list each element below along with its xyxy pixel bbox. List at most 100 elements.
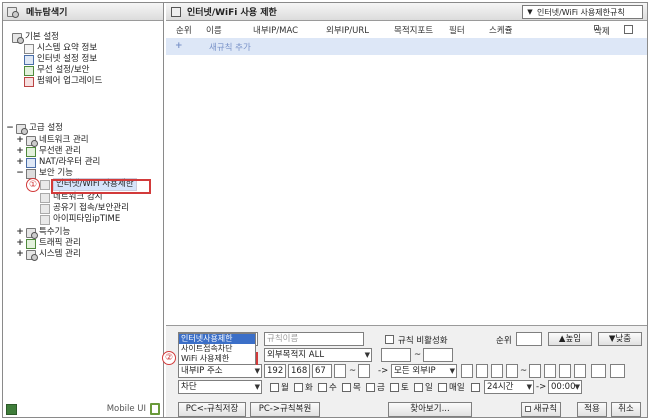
time-from-select[interactable]: 00:00 [548, 380, 582, 394]
dropdown-option-internet-restrict[interactable]: 인터넷사용제한 [179, 334, 255, 344]
col-name: 이름 [206, 26, 222, 36]
apply-button[interactable]: 적용 [577, 402, 607, 417]
dest-field-2[interactable] [423, 348, 453, 362]
tree-item-internet-settings[interactable]: 인터넷 설정 정보 [24, 54, 97, 65]
tree-item-basic-settings[interactable]: 기본 설정 [12, 32, 59, 44]
weekday-label: 월 [281, 383, 289, 393]
ext-ip-1[interactable] [461, 364, 473, 378]
weekday-tue[interactable]: 화 [294, 381, 313, 393]
content-pane: 인터넷/WiFi 사용 제한 ▼ 인터넷/WiFi 사용제한규칙 순위 이름 내… [162, 3, 647, 417]
cancel-button[interactable]: 취소 [611, 402, 641, 417]
ext-ip-2[interactable] [476, 364, 488, 378]
tree-item-system-summary[interactable]: 시스템 요약 정보 [24, 43, 97, 54]
ext-ip-6[interactable] [544, 364, 556, 378]
priority-input[interactable] [516, 332, 542, 346]
tree-item-traffic[interactable]: + 트래픽 관리 [16, 238, 81, 249]
weekday-sun[interactable]: 일 [414, 381, 433, 393]
tree-item-system-mgmt[interactable]: + 시스템 관리 [16, 249, 81, 261]
tree-item-router-access[interactable]: 공유기 접속/보안관리 [40, 203, 129, 214]
dest-field-1[interactable] [381, 348, 411, 362]
time-checkbox[interactable] [471, 383, 480, 392]
destination-select[interactable]: 외부목적지 ALL [264, 348, 372, 362]
select-all-checkbox[interactable] [624, 25, 633, 34]
expand-icon[interactable]: + [16, 238, 24, 249]
ext-ip-5[interactable] [529, 364, 541, 378]
tree-item-wireless-security[interactable]: 무선 설정/보안 [24, 65, 90, 76]
checkbox[interactable] [270, 382, 279, 392]
tree-item-iptime[interactable]: 아이피타임ipTIME [40, 214, 120, 225]
pc-save-button[interactable]: PC<-규칙저장 [178, 402, 246, 417]
checkbox[interactable] [414, 382, 423, 392]
checkbox[interactable] [318, 382, 327, 392]
internal-ip-select[interactable]: 내부IP 주소 [178, 364, 262, 378]
pc-restore-button[interactable]: PC->규칙복원 [250, 402, 320, 417]
browse-button[interactable]: 찾아보기... [388, 402, 472, 417]
mobile-ui-link[interactable]: Mobile UI [107, 403, 160, 415]
tree-item-nat-router[interactable]: + NAT/라우터 관리 [16, 157, 100, 168]
tree-label: 네트워크 관리 [39, 135, 89, 145]
document-icon [24, 54, 34, 65]
new-rule-row[interactable]: + 새규칙 추가 [166, 38, 647, 55]
ip-end-octet[interactable] [358, 364, 370, 378]
priority-label: 순위 [496, 336, 512, 346]
disable-rule-checkbox[interactable] [385, 335, 394, 344]
expand-icon[interactable]: + [16, 157, 24, 168]
ext-ip-4[interactable] [506, 364, 518, 378]
checkbox[interactable] [438, 382, 447, 392]
ext-ip-3[interactable] [491, 364, 503, 378]
rule-type-select[interactable]: ▼ 인터넷/WiFi 사용제한규칙 [522, 5, 643, 19]
tree-label: 기본 설정 [25, 32, 59, 42]
restriction-type-dropdown[interactable]: 인터넷사용제한 사이트접속차단 WiFi 사용제한 [178, 333, 256, 365]
page-title: 인터넷/WiFi 사용 제한 [187, 8, 277, 18]
ext-ip-8[interactable] [574, 364, 586, 378]
ip-octet-4[interactable] [334, 364, 346, 378]
checkbox[interactable] [294, 382, 303, 392]
weekday-thu[interactable]: 목 [342, 381, 361, 393]
disable-rule-label: 규칙 비활성화 [398, 336, 448, 346]
port-field-1[interactable] [591, 364, 606, 378]
ip-octet-2[interactable]: 168 [288, 364, 310, 378]
checkbox[interactable] [366, 382, 375, 392]
weekday-mon[interactable]: 월 [270, 381, 289, 393]
expand-icon[interactable]: + [16, 227, 24, 238]
checkbox[interactable] [342, 382, 351, 392]
tree-item-special[interactable]: + 특수기능 [16, 227, 70, 239]
tree-label: 무선랜 관리 [39, 146, 81, 156]
weekday-everyday[interactable]: 매일 [438, 381, 465, 393]
time-range-select[interactable]: 24시간 [484, 380, 534, 394]
expand-icon[interactable]: + [16, 146, 24, 157]
tree-item-network-mgmt[interactable]: + 네트워크 관리 [16, 135, 89, 147]
dropdown-option-wifi-restrict[interactable]: WiFi 사용제한 [179, 354, 255, 364]
document-icon [40, 192, 50, 203]
raise-priority-button[interactable]: ▲높임 [548, 332, 592, 346]
action-select[interactable]: 차단 [178, 380, 262, 394]
lower-priority-button[interactable]: ▼낮춤 [598, 332, 642, 346]
tree-item-wlan-mgmt[interactable]: + 무선랜 관리 [16, 146, 81, 157]
col-delete-label: 삭제 [594, 27, 610, 37]
dropdown-option-site-block[interactable]: 사이트접속차단 [179, 344, 255, 354]
collapse-icon[interactable]: − [6, 123, 14, 134]
rule-name-input[interactable]: 규칙이름 [264, 332, 364, 346]
time-arrow: -> [536, 382, 547, 392]
weekday-sat[interactable]: 토 [390, 381, 409, 393]
collapse-icon[interactable]: − [16, 168, 24, 179]
weekday-wed[interactable]: 수 [318, 381, 337, 393]
ext-ip-7[interactable] [559, 364, 571, 378]
weekday-fri[interactable]: 금 [366, 381, 385, 393]
tree-label: 고급 설정 [29, 123, 63, 133]
port-field-2[interactable] [610, 364, 625, 378]
expand-icon[interactable]: + [16, 249, 24, 260]
checkbox[interactable] [390, 382, 399, 392]
external-ip-select[interactable]: 모든 외부IP [391, 364, 457, 378]
folder-icon [7, 6, 19, 18]
tree-item-firmware-upgrade[interactable]: 펌웨어 업그레이드 [24, 76, 102, 87]
plus-icon: + [175, 41, 183, 51]
ip-octet-1[interactable]: 192 [264, 364, 286, 378]
home-icon[interactable] [6, 403, 17, 415]
window-icon [171, 6, 181, 17]
ip-octet-3[interactable]: 67 [312, 364, 332, 378]
lock-icon [26, 168, 36, 179]
expand-icon[interactable]: + [16, 135, 24, 146]
tree-item-advanced-settings[interactable]: − 고급 설정 [6, 123, 63, 135]
new-rule-button[interactable]: 새규칙 [521, 402, 561, 417]
